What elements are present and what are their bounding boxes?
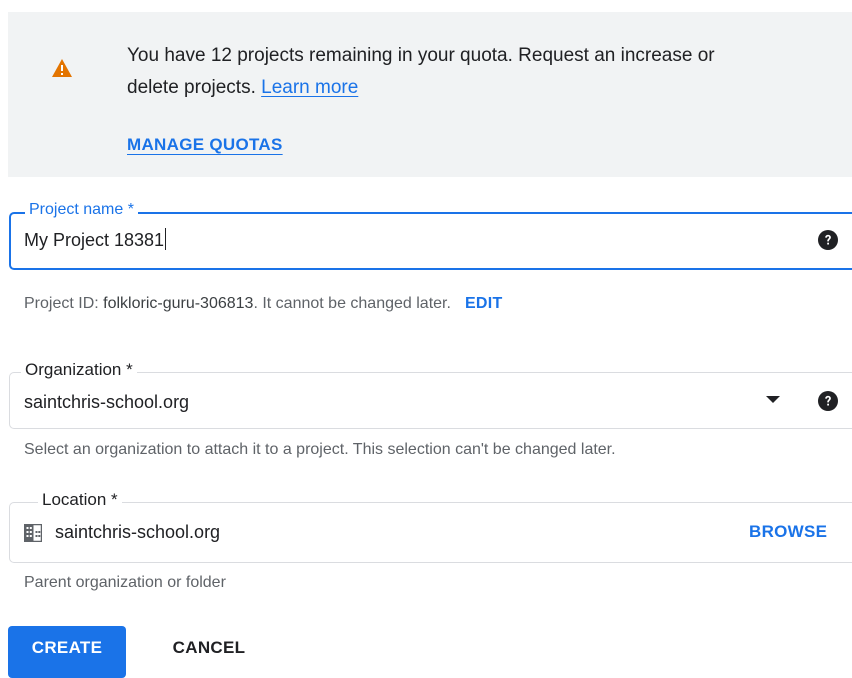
manage-quotas-link[interactable]: MANAGE QUOTAS [127, 135, 283, 155]
quota-message-line1: You have 12 projects remaining in your q… [127, 45, 715, 66]
organization-select[interactable]: saintchris-school.org [24, 392, 189, 413]
text-cursor [165, 228, 167, 250]
learn-more-link[interactable]: Learn more [261, 77, 358, 98]
project-id-value: folkloric-guru-306813 [103, 295, 254, 312]
project-id-suffix: . It cannot be changed later. [253, 295, 451, 312]
quota-banner: You have 12 projects remaining in your q… [8, 12, 852, 177]
quota-message: You have 12 projects remaining in your q… [127, 40, 827, 104]
help-icon[interactable] [818, 230, 838, 250]
organization-field[interactable]: Organization * saintchris-school.org [9, 360, 852, 429]
location-label: Location * [38, 490, 122, 510]
create-button[interactable]: CREATE [8, 626, 126, 678]
location-field[interactable]: Location * saintchris-school.org BROWSE [9, 490, 852, 563]
organization-label: Organization * [21, 360, 137, 380]
quota-message-line2: delete projects. [127, 77, 256, 98]
organization-hint: Select an organization to attach it to a… [24, 441, 616, 458]
browse-button[interactable]: BROWSE [749, 522, 827, 542]
help-icon[interactable] [818, 391, 838, 411]
building-icon [24, 524, 42, 542]
cancel-button[interactable]: CANCEL [150, 626, 268, 678]
project-name-field[interactable]: Project name * My Project 18381 [9, 200, 852, 270]
location-hint: Parent organization or folder [24, 574, 226, 591]
location-value: saintchris-school.org [55, 522, 221, 542]
project-name-input[interactable]: My Project 18381 [24, 228, 167, 251]
project-name-label: Project name * [25, 200, 138, 220]
warning-icon [52, 59, 72, 77]
project-name-value: My Project 18381 [24, 230, 165, 250]
project-id-prefix: Project ID: [24, 295, 104, 312]
dropdown-arrow-icon[interactable] [766, 396, 780, 403]
edit-project-id-button[interactable]: EDIT [465, 295, 503, 312]
project-id-hint: Project ID: folkloric-guru-306813. It ca… [24, 295, 503, 313]
